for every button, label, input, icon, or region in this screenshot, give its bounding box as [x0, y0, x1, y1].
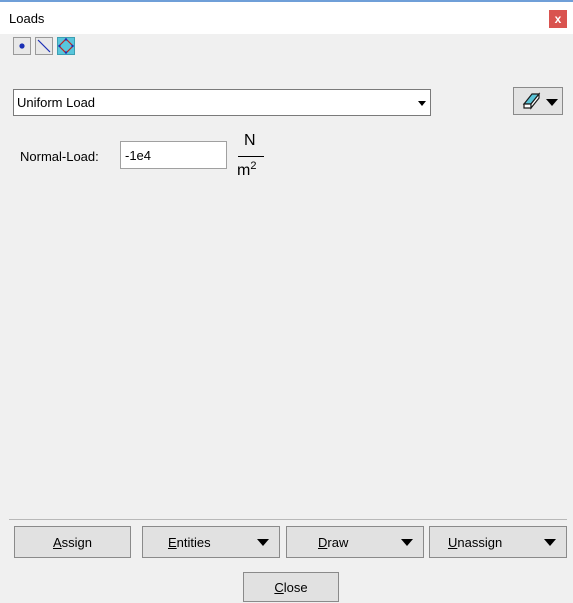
- title-bar: Loads x: [0, 2, 573, 34]
- draw-label: Draw: [318, 535, 349, 550]
- unit-exponent: 2: [250, 160, 257, 172]
- unit-numerator: N: [244, 132, 256, 149]
- unit-label: N m2: [234, 132, 274, 184]
- eraser-menu-button[interactable]: [513, 87, 563, 115]
- normal-load-input[interactable]: [120, 141, 227, 169]
- load-type-value: Uniform Load: [17, 95, 96, 110]
- unit-denominator-wrap: m2: [237, 160, 256, 180]
- point-mode-button[interactable]: [13, 37, 31, 55]
- window-title: Loads: [9, 11, 45, 26]
- unassign-button[interactable]: Unassign: [429, 526, 567, 558]
- line-icon: [37, 39, 51, 53]
- assign-label: Assign: [52, 535, 93, 550]
- surface-mode-button[interactable]: [57, 37, 75, 55]
- fraction-bar: [238, 156, 264, 157]
- close-button[interactable]: Close: [243, 572, 339, 602]
- normal-load-label: Normal-Load:: [20, 149, 99, 164]
- loads-window: Loads x Uniform Load Normal-Load: -1e4 N…: [0, 0, 573, 603]
- chevron-down-icon: [418, 101, 426, 106]
- load-type-select[interactable]: Uniform Load: [13, 89, 431, 116]
- dropdown-arrow-icon: [546, 99, 558, 106]
- chevron-down-icon: [544, 539, 556, 546]
- close-label: Close: [274, 580, 308, 595]
- line-mode-button[interactable]: [35, 37, 53, 55]
- unassign-label: Unassign: [448, 535, 503, 550]
- chevron-down-icon: [401, 539, 413, 546]
- assign-button[interactable]: Assign: [14, 526, 131, 558]
- chevron-down-icon: [257, 539, 269, 546]
- point-icon: [19, 43, 25, 49]
- draw-button[interactable]: Draw: [286, 526, 424, 558]
- surface-icon: [58, 38, 74, 54]
- eraser-icon: [522, 92, 541, 110]
- entities-label: Entities: [168, 535, 211, 550]
- close-icon[interactable]: x: [549, 10, 567, 28]
- entities-button[interactable]: Entities: [142, 526, 280, 558]
- unit-denominator: m: [237, 162, 251, 179]
